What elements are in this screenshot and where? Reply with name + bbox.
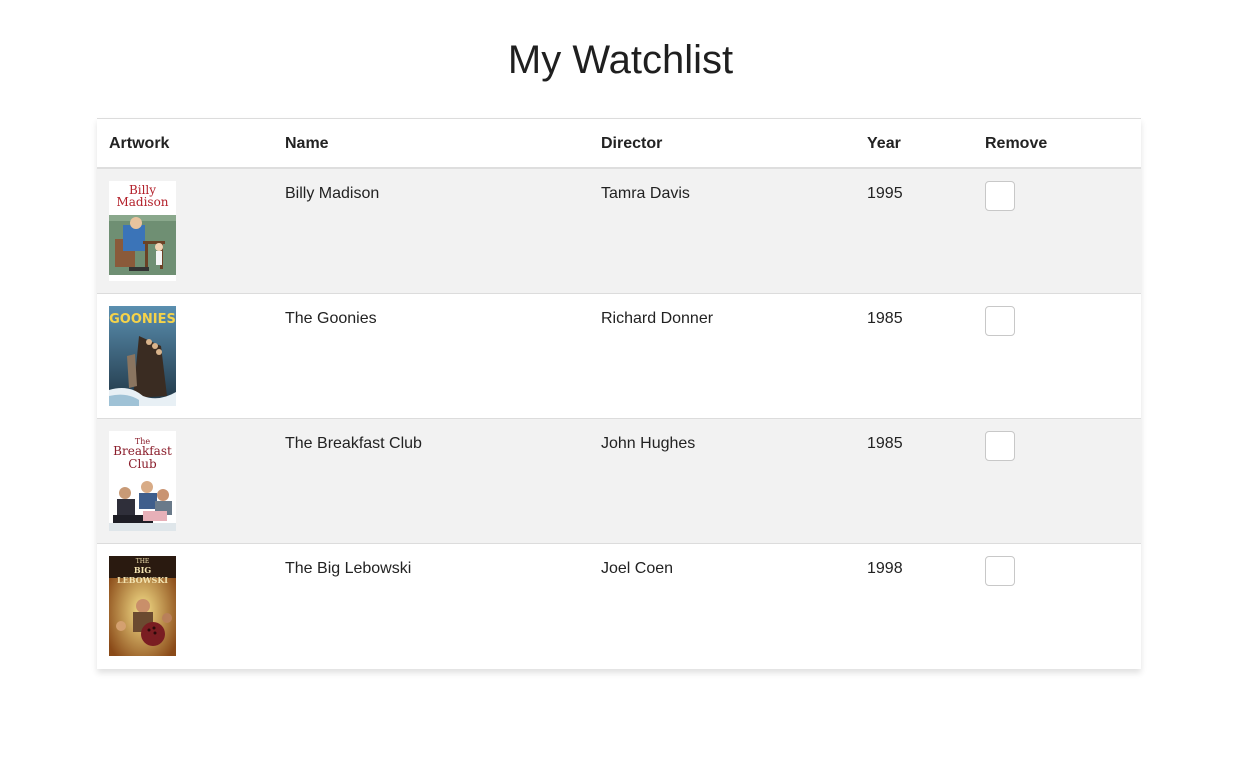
movie-name: The Breakfast Club — [285, 435, 422, 452]
movie-year: 1998 — [867, 560, 903, 577]
table-row: The Breakfast Club The Breakfast Club Jo… — [97, 419, 1141, 544]
poster-image: GOONIES — [109, 306, 176, 406]
poster-title: Club — [128, 457, 157, 471]
artwork-cell: Billy Madison — [109, 181, 176, 281]
poster-title: Madison — [116, 195, 169, 209]
remove-checkbox[interactable] — [985, 181, 1015, 211]
column-header-director: Director — [601, 135, 663, 152]
poster-title: THE — [135, 558, 150, 565]
remove-cell — [985, 556, 1015, 586]
remove-checkbox[interactable] — [985, 431, 1015, 461]
table-row: THE BIG LEBOWSKI The Big Lebowski Joel C… — [97, 544, 1141, 669]
table-row: GOONIES The Goonies Richard Donner 1985 — [97, 294, 1141, 419]
movie-year: 1985 — [867, 435, 903, 452]
artwork-cell: THE BIG LEBOWSKI — [109, 556, 176, 656]
movie-year: 1995 — [867, 185, 903, 202]
movie-director: Richard Donner — [601, 310, 714, 327]
movie-year: 1985 — [867, 310, 903, 327]
movie-director: Joel Coen — [601, 560, 674, 577]
remove-cell — [985, 181, 1015, 211]
poster-image: THE BIG LEBOWSKI — [109, 556, 176, 656]
column-header-name: Name — [285, 135, 329, 152]
poster-title: BIG LEBOWSKI — [116, 565, 169, 585]
movie-name: The Goonies — [285, 310, 377, 327]
column-header-artwork: Artwork — [109, 135, 170, 152]
movie-name: The Big Lebowski — [285, 560, 412, 577]
poster-title: GOONIES — [109, 312, 176, 327]
movie-director: Tamra Davis — [601, 185, 690, 202]
poster-image: Billy Madison — [109, 181, 176, 281]
movie-director: John Hughes — [601, 435, 696, 452]
watchlist-table: Artwork Name Director Year Remove Billy … — [97, 118, 1141, 669]
movie-name: Billy Madison — [285, 185, 380, 202]
table-header-row: Artwork Name Director Year Remove — [97, 119, 1141, 169]
poster-image: The Breakfast Club — [109, 431, 176, 531]
remove-cell — [985, 306, 1015, 336]
artwork-cell: The Breakfast Club — [109, 431, 176, 531]
remove-checkbox[interactable] — [985, 306, 1015, 336]
column-header-year: Year — [867, 135, 901, 152]
table-row: Billy Madison Billy Madison Tamra Davis … — [97, 169, 1141, 294]
remove-cell — [985, 431, 1015, 461]
remove-checkbox[interactable] — [985, 556, 1015, 586]
artwork-cell: GOONIES — [109, 306, 176, 406]
page-title: My Watchlist — [507, 38, 734, 82]
poster-title: Breakfast — [113, 444, 172, 458]
column-header-remove: Remove — [985, 135, 1048, 152]
